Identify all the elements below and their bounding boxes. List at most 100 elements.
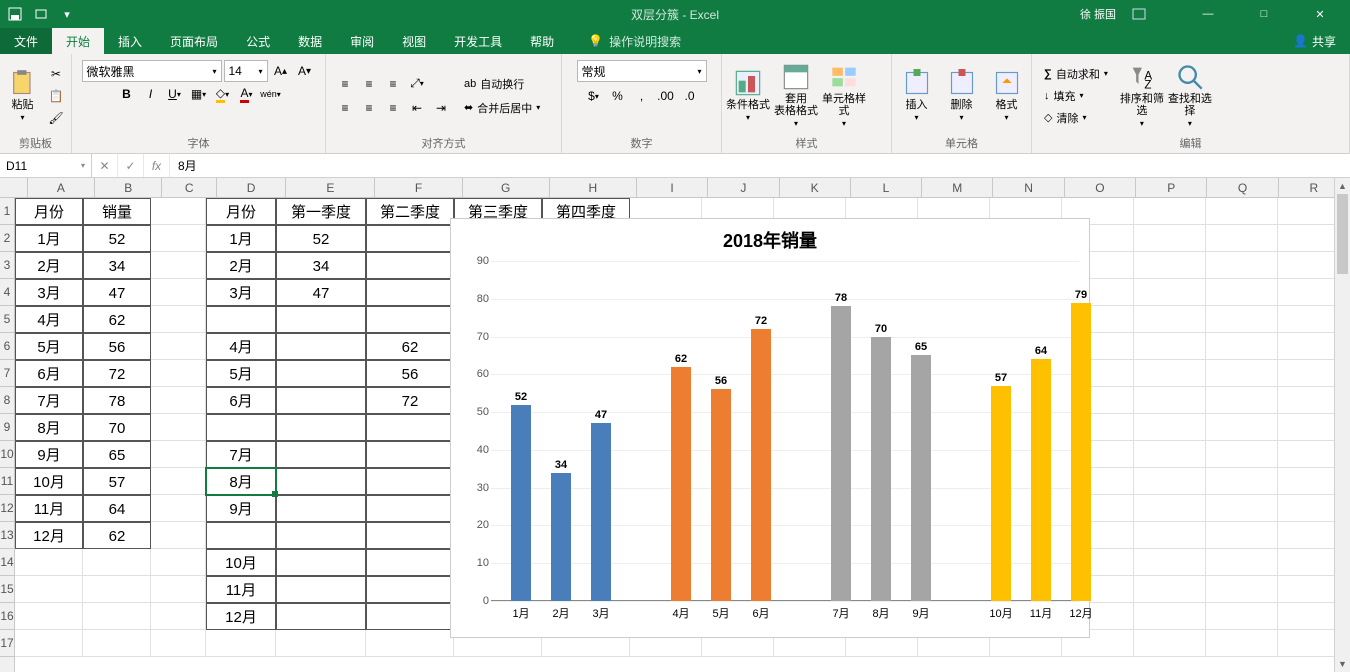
cell[interactable] [366,279,454,306]
tab-home[interactable]: 开始 [52,28,104,54]
col-header-J[interactable]: J [708,178,779,197]
cell[interactable] [1206,414,1278,441]
cell[interactable]: 47 [276,279,366,306]
cell[interactable] [1134,387,1206,414]
paste-button[interactable]: 粘贴▾ [4,63,41,129]
cell[interactable] [1206,387,1278,414]
cell[interactable] [15,603,83,630]
cell[interactable] [1206,549,1278,576]
cell-styles-button[interactable]: 单元格样式▾ [822,63,866,129]
cell[interactable] [276,630,366,657]
cell[interactable]: 1月 [15,225,83,252]
find-select-button[interactable]: 查找和选择▾ [1168,63,1212,129]
row-header-5[interactable]: 5 [0,306,14,333]
cell[interactable] [1206,522,1278,549]
vertical-scrollbar[interactable]: ▲ ▼ [1334,178,1350,672]
cell[interactable] [206,630,276,657]
cell[interactable] [1134,414,1206,441]
increase-font-button[interactable]: A▴ [270,61,292,81]
formula-input[interactable]: 8月 [170,154,1350,177]
cell[interactable] [151,549,206,576]
cell[interactable]: 12月 [206,603,276,630]
col-header-N[interactable]: N [993,178,1064,197]
cell[interactable] [366,630,454,657]
cell[interactable] [1206,306,1278,333]
cell[interactable] [1134,225,1206,252]
align-center-button[interactable]: ≡ [358,98,380,118]
cell[interactable] [1134,603,1206,630]
cell[interactable]: 第二季度 [366,198,454,225]
cell[interactable]: 月份 [206,198,276,225]
cell[interactable] [1206,279,1278,306]
fill-button[interactable]: ↓填充▾ [1040,86,1112,106]
cell[interactable]: 第一季度 [276,198,366,225]
cell[interactable] [366,522,454,549]
cell[interactable] [1206,495,1278,522]
cell[interactable] [151,603,206,630]
cell[interactable] [366,225,454,252]
cell[interactable]: 11月 [206,576,276,603]
row-header-3[interactable]: 3 [0,252,14,279]
undo-icon[interactable] [32,5,50,23]
tab-developer[interactable]: 开发工具 [440,28,516,54]
cell[interactable] [151,360,206,387]
indent-increase-button[interactable]: ⇥ [430,98,452,118]
cell[interactable]: 7月 [206,441,276,468]
cell[interactable] [1206,198,1278,225]
cell[interactable] [1206,252,1278,279]
decrease-font-button[interactable]: A▾ [294,61,316,81]
align-middle-button[interactable]: ≡ [358,74,380,94]
row-header-14[interactable]: 14 [0,549,14,576]
save-button[interactable] [6,5,24,23]
fill-color-button[interactable]: ◇▾ [212,84,234,104]
tab-view[interactable]: 视图 [388,28,440,54]
cell[interactable] [276,333,366,360]
scroll-thumb[interactable] [1337,194,1348,274]
col-header-O[interactable]: O [1065,178,1136,197]
border-button[interactable]: ▦▾ [188,84,210,104]
cell[interactable] [276,414,366,441]
cell[interactable] [366,306,454,333]
cell[interactable] [151,387,206,414]
orientation-button[interactable]: ⤢▾ [406,74,428,94]
wrap-text-button[interactable]: ab自动换行 [460,74,544,94]
col-header-L[interactable]: L [851,178,922,197]
select-all-corner[interactable] [0,178,28,197]
tab-insert[interactable]: 插入 [104,28,156,54]
underline-button[interactable]: U▾ [164,84,186,104]
format-table-button[interactable]: 套用 表格格式▾ [774,63,818,129]
italic-button[interactable]: I [140,84,162,104]
cell[interactable]: 6月 [15,360,83,387]
cell[interactable] [366,549,454,576]
cell[interactable]: 12月 [15,522,83,549]
scroll-down-icon[interactable]: ▼ [1335,656,1350,672]
maximize-button[interactable]: □ [1244,8,1284,20]
cell[interactable] [1206,225,1278,252]
cell[interactable] [151,576,206,603]
cell[interactable]: 8月 [15,414,83,441]
cell[interactable] [1134,576,1206,603]
cell[interactable] [366,252,454,279]
cell[interactable] [1206,603,1278,630]
cell[interactable]: 62 [366,333,454,360]
row-header-7[interactable]: 7 [0,360,14,387]
col-header-G[interactable]: G [463,178,550,197]
user-name[interactable]: 徐 振国 [1080,6,1116,22]
share-button[interactable]: 👤共享 [1279,28,1350,54]
cell[interactable] [83,630,151,657]
cell[interactable]: 月份 [15,198,83,225]
col-header-A[interactable]: A [28,178,95,197]
cell[interactable]: 56 [83,333,151,360]
ribbon-options-icon[interactable] [1132,8,1172,20]
cell[interactable] [15,549,83,576]
cell[interactable] [151,441,206,468]
row-header-13[interactable]: 13 [0,522,14,549]
cell[interactable]: 62 [83,522,151,549]
tell-me-search[interactable]: 💡操作说明搜索 [588,28,681,54]
col-header-F[interactable]: F [375,178,462,197]
col-header-E[interactable]: E [286,178,375,197]
cell[interactable]: 5月 [206,360,276,387]
row-header-11[interactable]: 11 [0,468,14,495]
cell[interactable] [276,468,366,495]
cell[interactable]: 11月 [15,495,83,522]
